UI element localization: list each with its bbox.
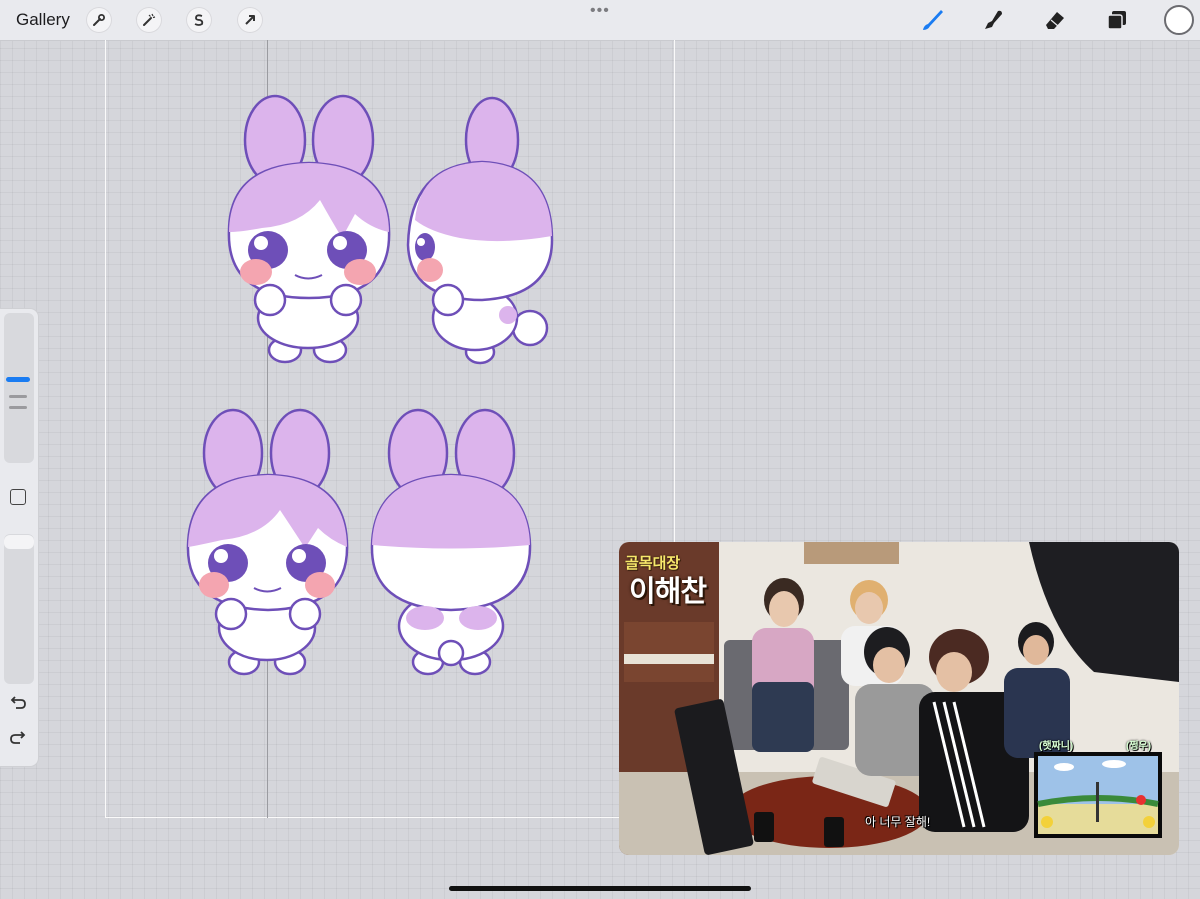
bunny-front-view <box>227 94 391 364</box>
bunny-side-view <box>406 96 554 365</box>
slider-tick <box>9 406 27 409</box>
opacity-slider[interactable] <box>4 534 34 684</box>
video-subtitle: 아 너무 잘해! <box>865 815 931 829</box>
show-title-main: 이해찬 <box>629 576 707 608</box>
redo-icon[interactable] <box>9 731 27 750</box>
picture-in-picture-video[interactable]: 골목대장 이해찬 (햇짜니) (쩡우) 아 너무 잘해! <box>619 542 1179 855</box>
brush-size-slider[interactable] <box>4 313 34 463</box>
home-indicator[interactable] <box>449 886 751 891</box>
caption-left: (햇짜니) <box>1039 741 1074 752</box>
bunny-back-view <box>370 408 532 676</box>
slider-tick <box>9 395 27 398</box>
undo-icon[interactable] <box>9 696 27 715</box>
opacity-thumb[interactable] <box>4 535 34 549</box>
sidebar-panel <box>0 309 38 766</box>
modify-button-icon[interactable] <box>10 489 26 505</box>
brush-size-thumb[interactable] <box>6 377 30 382</box>
caption-right: (쩡우) <box>1126 741 1152 752</box>
bunny-front-view-2 <box>186 408 349 676</box>
